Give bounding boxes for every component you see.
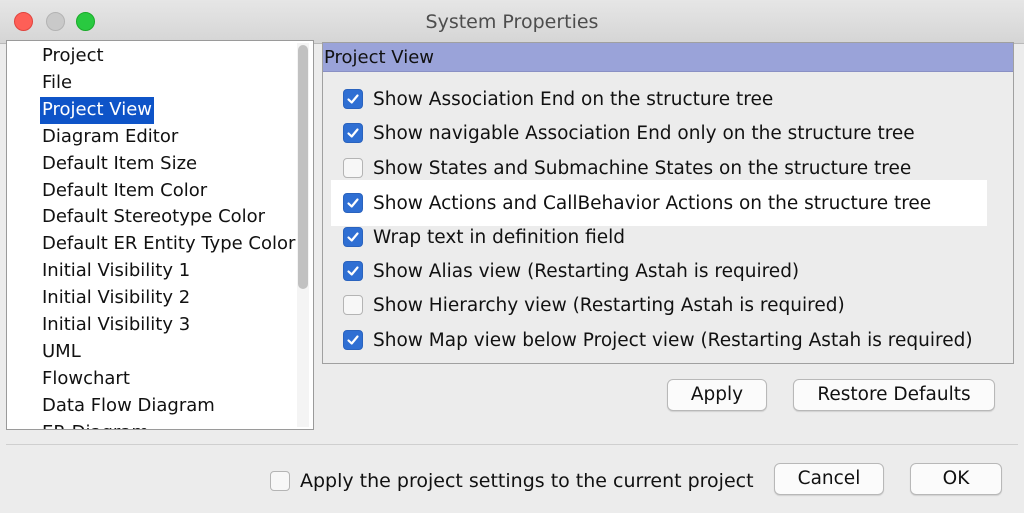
category-item-initial-visibility-2[interactable]: Initial Visibility 2: [40, 285, 297, 312]
scrollbar-thumb[interactable]: [298, 45, 308, 289]
cancel-button[interactable]: Cancel: [774, 463, 884, 495]
category-item-label: Project View: [40, 96, 155, 124]
category-item-label: ER Diagram: [40, 422, 151, 429]
option-label: Show Association End on the structure tr…: [373, 88, 774, 110]
category-items: Project File Project View Diagram Editor…: [40, 43, 297, 429]
project-view-settings-panel: Project View Show Association End on the…: [322, 42, 1014, 364]
checkbox[interactable]: [343, 123, 363, 143]
option-show-actions-callbehavior[interactable]: Show Actions and CallBehavior Actions on…: [331, 180, 987, 226]
category-item-diagram-editor[interactable]: Diagram Editor: [40, 124, 297, 151]
option-label: Show Actions and CallBehavior Actions on…: [373, 192, 932, 214]
checkmark-icon: [347, 266, 359, 276]
category-item-label: UML: [42, 340, 81, 362]
checkbox[interactable]: [270, 471, 290, 491]
category-item-project[interactable]: Project: [40, 43, 297, 70]
category-item-label: Initial Visibility 1: [42, 260, 191, 282]
category-list-scrollbar[interactable]: [297, 43, 309, 427]
option-show-navigable-association-end[interactable]: Show navigable Association End only on t…: [343, 120, 915, 146]
category-item-initial-visibility-3[interactable]: Initial Visibility 3: [40, 312, 297, 339]
category-item-label: Default Stereotype Color: [42, 206, 266, 228]
category-item-initial-visibility-1[interactable]: Initial Visibility 1: [40, 258, 297, 285]
category-item-default-item-color[interactable]: Default Item Color: [40, 178, 297, 205]
option-show-association-end[interactable]: Show Association End on the structure tr…: [343, 86, 773, 112]
apply-button[interactable]: Apply: [667, 379, 767, 411]
option-show-hierarchy-view[interactable]: Show Hierarchy view (Restarting Astah is…: [343, 292, 845, 318]
checkmark-icon: [347, 335, 359, 345]
category-item-default-stereotype-color[interactable]: Default Stereotype Color: [40, 204, 297, 231]
checkbox[interactable]: [343, 261, 363, 281]
option-label: Show navigable Association End only on t…: [373, 122, 915, 144]
checkbox[interactable]: [343, 330, 363, 350]
checkbox[interactable]: [343, 89, 363, 109]
option-show-states-submachine[interactable]: Show States and Submachine States on the…: [343, 155, 911, 181]
category-item-label: Default Item Color: [42, 179, 208, 201]
apply-project-settings-label: Apply the project settings to the curren…: [300, 470, 754, 492]
option-label: Show Hierarchy view (Restarting Astah is…: [373, 294, 845, 316]
ok-button[interactable]: OK: [910, 463, 1002, 495]
checkmark-icon: [347, 94, 359, 104]
option-label: Show States and Submachine States on the…: [373, 157, 912, 179]
category-item-label: Default Item Size: [42, 152, 198, 174]
category-item-label: Initial Visibility 2: [42, 287, 191, 309]
category-item-default-er-entity-type-color[interactable]: Default ER Entity Type Color: [40, 231, 297, 258]
option-wrap-text-definition[interactable]: Wrap text in definition field: [343, 224, 625, 250]
category-list[interactable]: Project File Project View Diagram Editor…: [6, 40, 314, 430]
checkbox[interactable]: [343, 193, 363, 213]
category-item-er-diagram[interactable]: ER Diagram: [40, 420, 297, 429]
option-label: Show Alias view (Restarting Astah is req…: [373, 260, 800, 282]
checkbox[interactable]: [343, 158, 363, 178]
category-item-data-flow-diagram[interactable]: Data Flow Diagram: [40, 393, 297, 420]
checkmark-icon: [347, 232, 359, 242]
category-item-label: Initial Visibility 3: [42, 314, 191, 336]
title-bar[interactable]: System Properties: [0, 0, 1024, 44]
category-item-project-view[interactable]: Project View: [40, 96, 297, 124]
category-item-label: Diagram Editor: [42, 125, 179, 147]
category-item-uml[interactable]: UML: [40, 339, 297, 366]
checkbox[interactable]: [343, 295, 363, 315]
system-properties-window: System Properties Project File Project V…: [0, 0, 1024, 513]
window-title: System Properties: [425, 11, 599, 33]
option-show-alias-view[interactable]: Show Alias view (Restarting Astah is req…: [343, 258, 799, 284]
category-item-label: Default ER Entity Type Color: [42, 233, 296, 255]
option-label: Wrap text in definition field: [373, 226, 626, 248]
divider: [6, 444, 1018, 445]
apply-project-settings-option[interactable]: Apply the project settings to the curren…: [270, 466, 754, 496]
category-item-flowchart[interactable]: Flowchart: [40, 366, 297, 393]
checkmark-icon: [347, 128, 359, 138]
category-item-default-item-size[interactable]: Default Item Size: [40, 151, 297, 178]
category-item-label: Project: [42, 45, 104, 66]
section-header: Project View: [323, 43, 1013, 72]
checkmark-icon: [347, 198, 359, 208]
category-item-file[interactable]: File: [40, 70, 297, 97]
option-show-map-view[interactable]: Show Map view below Project view (Restar…: [343, 327, 973, 353]
option-label: Show Map view below Project view (Restar…: [373, 329, 973, 351]
category-item-label: File: [42, 71, 73, 93]
category-item-label: Flowchart: [42, 367, 130, 389]
restore-defaults-button[interactable]: Restore Defaults: [793, 379, 995, 411]
category-item-label: Data Flow Diagram: [42, 394, 215, 416]
checkbox[interactable]: [343, 227, 363, 247]
